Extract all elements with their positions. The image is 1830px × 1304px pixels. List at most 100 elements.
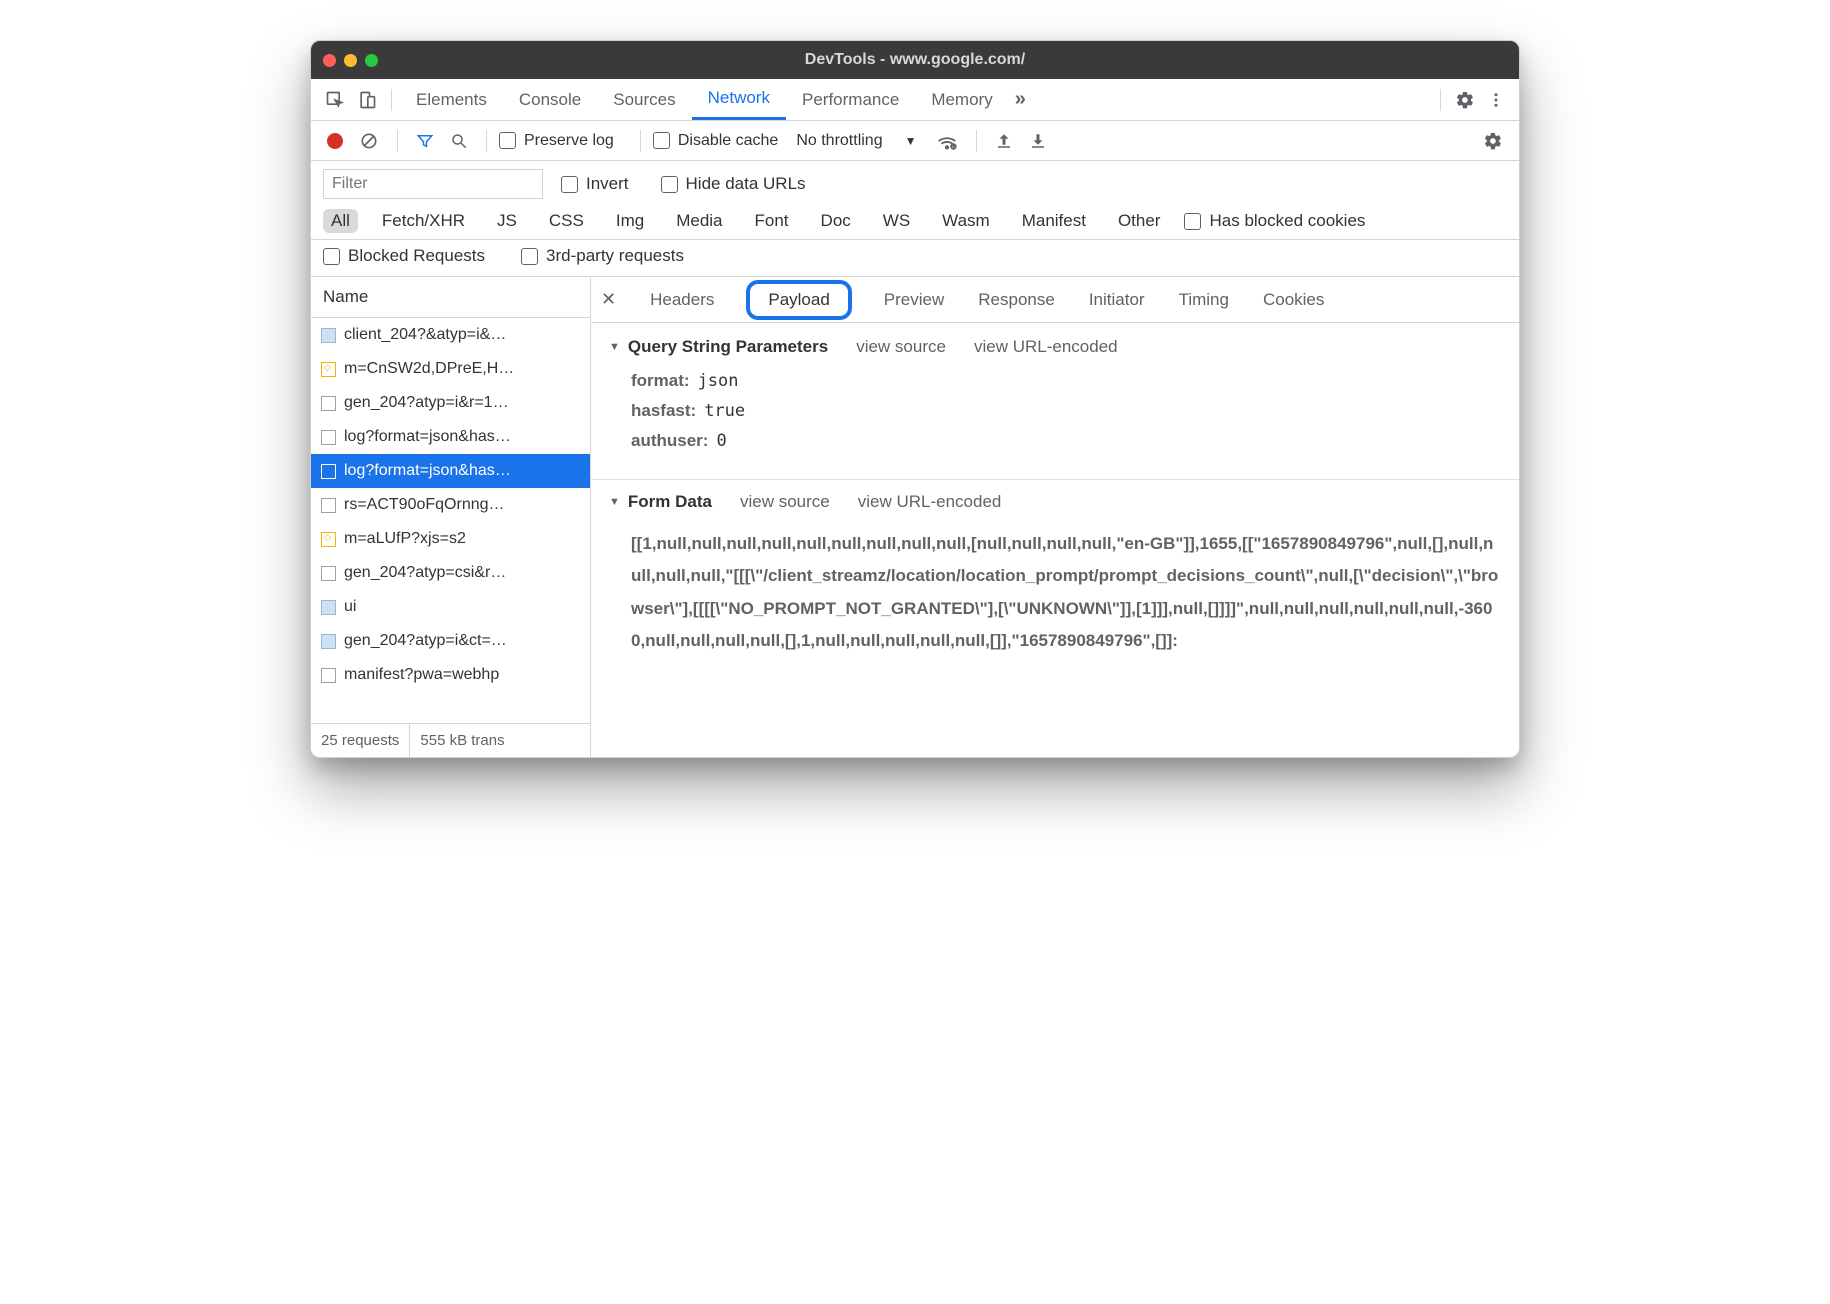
close-window-button[interactable]	[323, 54, 336, 67]
resource-type-filters: All Fetch/XHR JS CSS Img Media Font Doc WS Wasm Ma…	[311, 203, 1519, 240]
type-filter-font[interactable]: Font	[747, 209, 797, 233]
request-list-sidebar: Name client_204?&atyp=i&… m=CnSW2d,DPreE,…	[311, 277, 591, 757]
form-view-url-encoded-link[interactable]: view URL-encoded	[858, 492, 1002, 512]
filter-icon[interactable]	[410, 128, 440, 154]
request-name: m=aLUfP?xjs=s2	[344, 530, 466, 548]
inspect-element-icon[interactable]	[319, 86, 351, 114]
more-panels-icon[interactable]: »	[1009, 84, 1032, 115]
third-party-checkbox[interactable]: 3rd-party requests	[521, 246, 684, 266]
form-data-header[interactable]: Form Data view source view URL-encoded	[591, 479, 1519, 512]
type-filter-doc[interactable]: Doc	[813, 209, 859, 233]
type-filter-media[interactable]: Media	[668, 209, 730, 233]
divider	[1440, 89, 1441, 111]
query-param-row: authuser:0	[631, 431, 1501, 451]
view-url-encoded-link[interactable]: view URL-encoded	[974, 337, 1118, 357]
network-conditions-icon[interactable]	[930, 126, 964, 156]
download-har-icon[interactable]	[1023, 128, 1053, 154]
filter-input[interactable]	[323, 169, 543, 199]
panel-tab-network[interactable]: Network	[692, 79, 786, 120]
doc-icon	[321, 566, 336, 581]
detail-tab-preview[interactable]: Preview	[882, 286, 946, 314]
minimize-window-button[interactable]	[344, 54, 357, 67]
type-filter-other[interactable]: Other	[1110, 209, 1169, 233]
detail-tab-headers[interactable]: Headers	[648, 286, 716, 314]
request-row[interactable]: gen_204?atyp=i&ct=…	[311, 624, 590, 658]
request-row[interactable]: log?format=json&has…	[311, 420, 590, 454]
request-name: m=CnSW2d,DPreE,H…	[344, 360, 514, 378]
query-param-row: hasfast:true	[631, 401, 1501, 421]
upload-har-icon[interactable]	[989, 128, 1019, 154]
has-blocked-cookies-checkbox[interactable]: Has blocked cookies	[1184, 211, 1365, 231]
query-param-row: format:json	[631, 371, 1501, 391]
detail-tab-cookies[interactable]: Cookies	[1261, 286, 1326, 314]
hide-data-urls-label: Hide data URLs	[686, 174, 806, 194]
request-row[interactable]: rs=ACT90oFqOrnng…	[311, 488, 590, 522]
kebab-menu-icon[interactable]	[1481, 87, 1511, 113]
type-filter-css[interactable]: CSS	[541, 209, 592, 233]
query-params-header[interactable]: Query String Parameters view source view…	[609, 337, 1501, 357]
request-row[interactable]: log?format=json&has…	[311, 454, 590, 488]
close-detail-icon[interactable]: ✕	[601, 289, 616, 310]
type-filter-ws[interactable]: WS	[875, 209, 918, 233]
request-name: log?format=json&has…	[344, 428, 511, 446]
request-count: 25 requests	[311, 724, 410, 757]
type-filter-all[interactable]: All	[323, 209, 358, 233]
blocked-requests-checkbox[interactable]: Blocked Requests	[323, 246, 485, 266]
panel-tab-elements[interactable]: Elements	[400, 79, 503, 120]
detail-tab-payload[interactable]: Payload	[746, 280, 851, 320]
invert-label: Invert	[586, 174, 629, 194]
panel-tab-sources[interactable]: Sources	[597, 79, 691, 120]
disable-cache-label: Disable cache	[678, 132, 779, 150]
device-toggle-icon[interactable]	[351, 86, 383, 114]
divider	[976, 130, 977, 152]
doc-icon	[321, 498, 336, 513]
invert-checkbox[interactable]: Invert	[561, 174, 629, 194]
settings-gear-icon[interactable]	[1449, 86, 1481, 114]
type-filter-js[interactable]: JS	[489, 209, 525, 233]
type-filter-manifest[interactable]: Manifest	[1014, 209, 1094, 233]
script-icon	[321, 532, 336, 547]
request-list: client_204?&atyp=i&… m=CnSW2d,DPreE,H… gen…	[311, 318, 590, 723]
hide-data-urls-checkbox[interactable]: Hide data URLs	[661, 174, 806, 194]
type-filter-img[interactable]: Img	[608, 209, 652, 233]
doc-icon	[321, 396, 336, 411]
request-row[interactable]: m=CnSW2d,DPreE,H…	[311, 352, 590, 386]
maximize-window-button[interactable]	[365, 54, 378, 67]
record-button[interactable]	[321, 129, 349, 153]
type-filter-wasm[interactable]: Wasm	[934, 209, 998, 233]
view-source-link[interactable]: view source	[856, 337, 946, 357]
throttling-dropdown[interactable]: No throttling ▼	[796, 132, 916, 150]
request-detail-pane: ✕ Headers Payload Preview Response Initiator…	[591, 277, 1519, 757]
panel-tab-memory[interactable]: Memory	[915, 79, 1008, 120]
request-row[interactable]: ui	[311, 590, 590, 624]
doc-icon	[321, 668, 336, 683]
search-icon[interactable]	[444, 128, 474, 154]
panel-tab-console[interactable]: Console	[503, 79, 597, 120]
doc-icon	[321, 430, 336, 445]
payload-body: Query String Parameters view source view…	[591, 323, 1519, 671]
detail-tab-initiator[interactable]: Initiator	[1087, 286, 1147, 314]
preserve-log-checkbox[interactable]: Preserve log	[499, 132, 614, 150]
divider	[486, 130, 487, 152]
request-name: log?format=json&has…	[344, 462, 511, 480]
panel-tab-performance[interactable]: Performance	[786, 79, 915, 120]
request-list-header[interactable]: Name	[311, 277, 590, 318]
type-filter-fetch-xhr[interactable]: Fetch/XHR	[374, 209, 473, 233]
param-key: authuser:	[631, 431, 708, 451]
form-view-source-link[interactable]: view source	[740, 492, 830, 512]
divider	[397, 130, 398, 152]
request-row[interactable]: client_204?&atyp=i&…	[311, 318, 590, 352]
request-row[interactable]: manifest?pwa=webhp	[311, 658, 590, 692]
detail-tab-response[interactable]: Response	[976, 286, 1057, 314]
request-name: rs=ACT90oFqOrnng…	[344, 496, 505, 514]
disable-cache-checkbox[interactable]: Disable cache	[653, 132, 779, 150]
param-key: hasfast:	[631, 401, 696, 421]
network-settings-gear-icon[interactable]	[1477, 127, 1509, 155]
detail-tab-timing[interactable]: Timing	[1177, 286, 1231, 314]
transfer-size: 555 kB trans	[410, 724, 590, 757]
clear-icon[interactable]	[353, 127, 385, 155]
request-row[interactable]: gen_204?atyp=csi&r…	[311, 556, 590, 590]
chevron-down-icon: ▼	[905, 134, 917, 148]
request-row[interactable]: m=aLUfP?xjs=s2	[311, 522, 590, 556]
request-row[interactable]: gen_204?atyp=i&r=1…	[311, 386, 590, 420]
